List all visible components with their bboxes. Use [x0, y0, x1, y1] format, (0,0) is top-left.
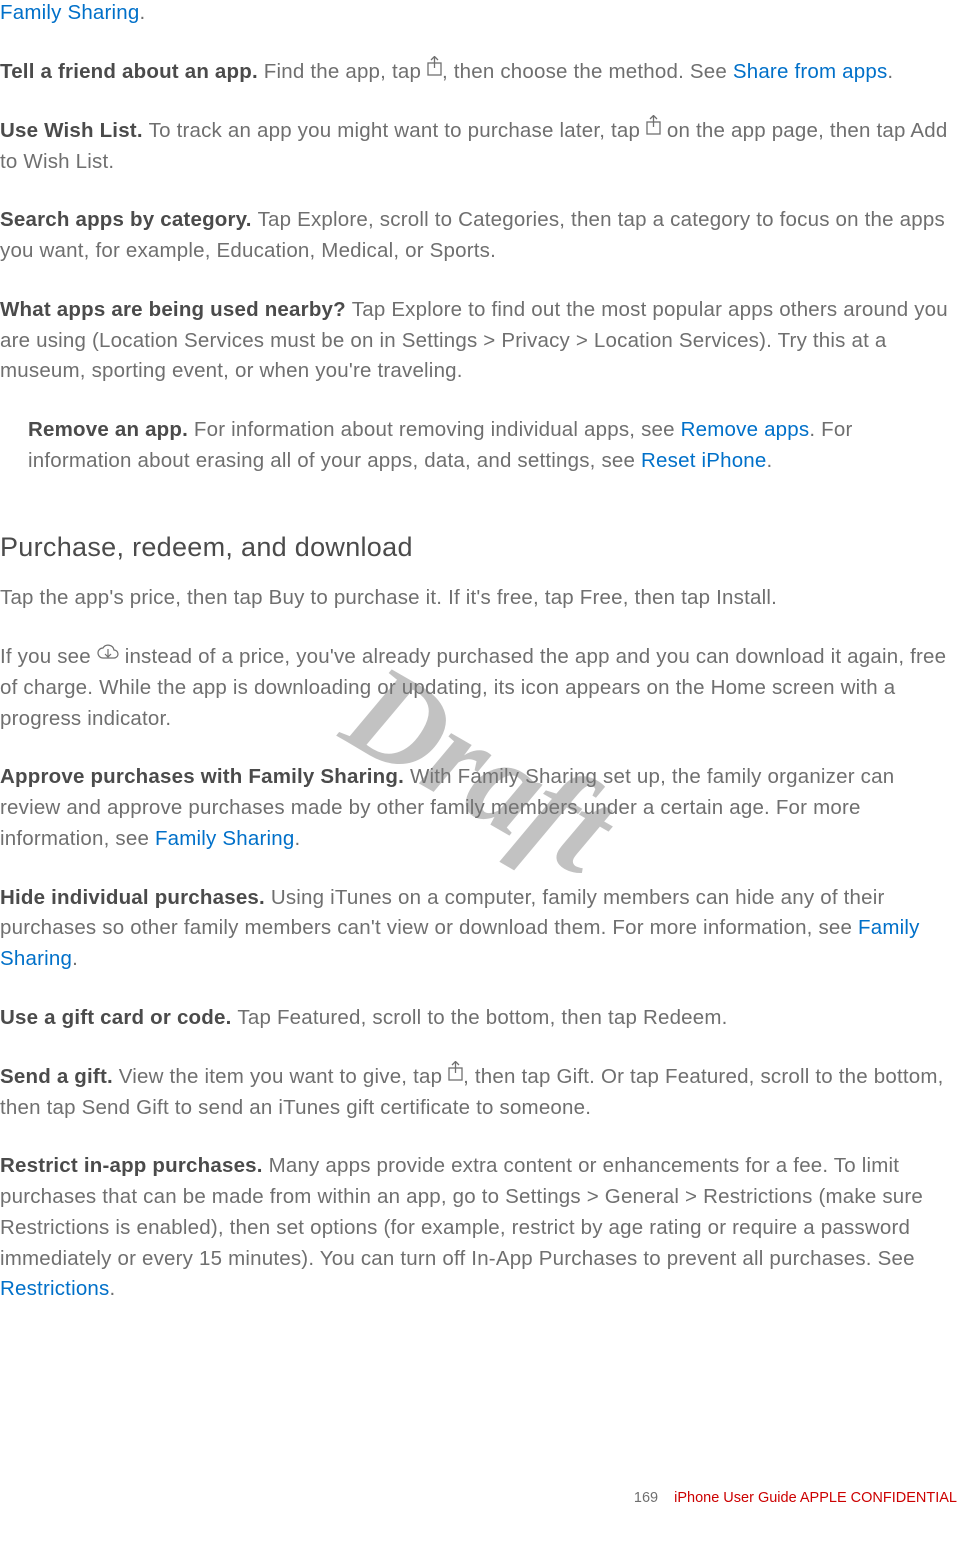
text: View the item you want to give, tap [119, 1065, 448, 1088]
bold-label: Remove an app. [28, 418, 194, 441]
footer-title: iPhone User Guide [674, 1490, 797, 1506]
bold-label: Restrict in-app purchases. [0, 1154, 269, 1177]
share-icon [427, 55, 442, 86]
text: . [887, 60, 893, 83]
paragraph: Approve purchases with Family Sharing. W… [0, 762, 957, 854]
text: , then choose the method. See [442, 60, 733, 83]
page-number: 169 [634, 1490, 658, 1506]
bold-label: Tell a friend about an app. [0, 60, 264, 83]
footer-confidential: APPLE CONFIDENTIAL [797, 1490, 957, 1506]
text: . [767, 449, 773, 472]
text: To track an app you might want to purcha… [149, 119, 646, 142]
bold-label: Use a gift card or code. [0, 1006, 237, 1029]
paragraph: Use a gift card or code. Tap Featured, s… [0, 1003, 957, 1034]
bold-label: What apps are being used nearby? [0, 298, 352, 321]
text: Find the app, tap [264, 60, 427, 83]
paragraph: Tap the app's price, then tap Buy to pur… [0, 583, 957, 614]
text: . [72, 947, 78, 970]
bold-label: Search apps by category. [0, 208, 258, 231]
paragraph: Hide individual purchases. Using iTunes … [0, 883, 957, 975]
share-icon [448, 1060, 463, 1091]
text: . [110, 1277, 116, 1300]
paragraph: If you see instead of a price, you've al… [0, 642, 957, 734]
bold-label: Approve purchases with Family Sharing. [0, 765, 410, 788]
family-sharing-link[interactable]: Family Sharing [155, 827, 295, 850]
cloud-download-icon [97, 640, 119, 671]
paragraph: Send a gift. View the item you want to g… [0, 1062, 957, 1124]
text: For information about removing individua… [194, 418, 681, 441]
reset-iphone-link[interactable]: Reset iPhone [641, 449, 766, 472]
text: Tap Featured, scroll to the bottom, then… [237, 1006, 727, 1029]
text: If you see [0, 645, 97, 668]
paragraph: Family Sharing. [0, 0, 957, 29]
text: . [294, 827, 300, 850]
bold-label: Hide individual purchases. [0, 886, 271, 909]
restrictions-link[interactable]: Restrictions [0, 1277, 110, 1300]
section-heading: Purchase, redeem, and download [0, 527, 957, 568]
bold-label: Send a gift. [0, 1065, 119, 1088]
text: . [140, 1, 146, 24]
share-from-apps-link[interactable]: Share from apps [733, 60, 888, 83]
paragraph: Use Wish List. To track an app you might… [0, 116, 957, 178]
document-body: Family Sharing. Tell a friend about an a… [0, 0, 957, 1305]
bold-label: Use Wish List. [0, 119, 149, 142]
paragraph: Search apps by category. Tap Explore, sc… [0, 205, 957, 267]
text: instead of a price, you've already purch… [0, 645, 946, 730]
family-sharing-link[interactable]: Family Sharing [0, 1, 140, 24]
remove-apps-link[interactable]: Remove apps [681, 418, 810, 441]
paragraph: Restrict in-app purchases. Many apps pro… [0, 1151, 957, 1305]
paragraph: Tell a friend about an app. Find the app… [0, 57, 957, 88]
text: Tap the app's price, then tap Buy to pur… [0, 586, 777, 609]
share-icon [646, 114, 661, 145]
page-footer: 169 iPhone User Guide APPLE CONFIDENTIAL [634, 1488, 957, 1510]
paragraph-indented: Remove an app. For information about rem… [28, 415, 957, 477]
paragraph: What apps are being used nearby? Tap Exp… [0, 295, 957, 387]
